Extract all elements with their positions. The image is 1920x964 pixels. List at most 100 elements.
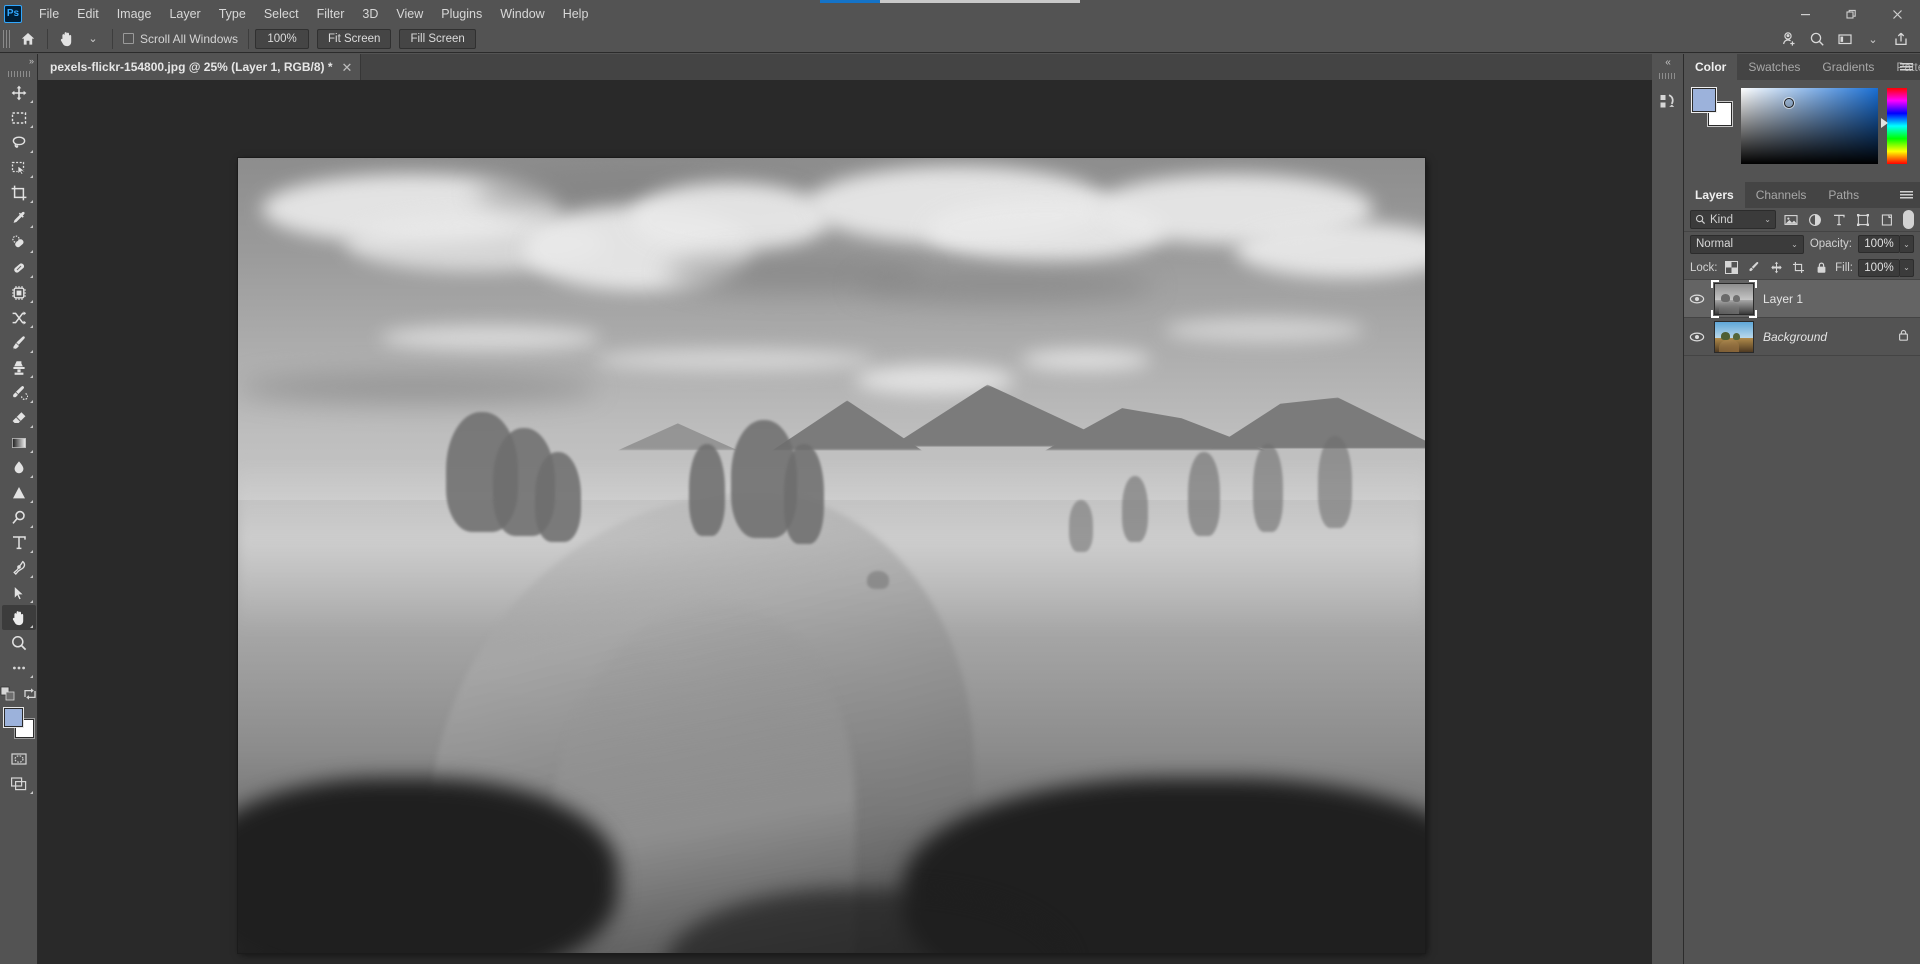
hand-tool-icon[interactable] (54, 28, 80, 50)
layer-filter-toggle[interactable] (1903, 210, 1914, 229)
lock-all-icon[interactable] (1813, 259, 1831, 277)
color-field[interactable] (1741, 88, 1878, 164)
fill-screen-button[interactable]: Fill Screen (399, 28, 476, 49)
tab-layers[interactable]: Layers (1684, 182, 1745, 208)
lock-artboard-nesting-icon[interactable] (1790, 259, 1808, 277)
layer-visibility-toggle[interactable] (1684, 318, 1710, 356)
filter-pixel-layers-icon[interactable] (1781, 210, 1800, 229)
filter-smart-object-icon[interactable] (1877, 210, 1896, 229)
menu-view[interactable]: View (387, 4, 432, 24)
hue-slider[interactable] (1887, 88, 1907, 164)
chevron-down-icon[interactable]: ⌄ (1764, 215, 1771, 224)
swap-colors-icon[interactable] (22, 686, 38, 705)
chevron-down-icon[interactable]: ⌄ (1791, 240, 1798, 249)
lock-image-pixels-icon[interactable] (1745, 259, 1763, 277)
default-colors-icon[interactable] (0, 686, 16, 705)
menu-file[interactable]: File (30, 4, 68, 24)
move-tool[interactable] (2, 80, 36, 105)
menu-layer[interactable]: Layer (160, 4, 209, 24)
layer-name[interactable]: Layer 1 (1763, 292, 1803, 306)
share-user-icon[interactable] (1776, 28, 1802, 50)
scroll-all-windows-checkbox[interactable]: Scroll All Windows (119, 32, 242, 46)
tab-gradients[interactable]: Gradients (1811, 54, 1885, 80)
share-export-icon[interactable] (1888, 28, 1914, 50)
hue-slider-handle[interactable] (1881, 118, 1888, 128)
tab-swatches[interactable]: Swatches (1737, 54, 1811, 80)
layer-row-layer-1[interactable]: Layer 1 (1684, 279, 1920, 318)
screen-mode-button[interactable] (2, 771, 36, 796)
burn-tool[interactable] (2, 505, 36, 530)
clone-stamp-tool[interactable] (2, 355, 36, 380)
menu-window[interactable]: Window (491, 4, 553, 24)
close-icon[interactable]: ✕ (342, 61, 353, 74)
chevron-down-icon[interactable]: ⌄ (1860, 28, 1886, 50)
layer-thumbnail[interactable] (1714, 282, 1754, 315)
tab-paths[interactable]: Paths (1817, 182, 1870, 208)
dodge-tool[interactable] (2, 480, 36, 505)
opacity-stepper[interactable]: ⌄ (1900, 235, 1914, 253)
content-aware-fill-tool[interactable] (2, 280, 36, 305)
menu-filter[interactable]: Filter (308, 4, 354, 24)
dock-collapse-button[interactable]: « (1652, 54, 1683, 70)
scroll-all-windows-checkbox-box[interactable] (123, 33, 134, 44)
eyedropper-tool[interactable] (2, 205, 36, 230)
color-panel-menu-icon[interactable] (1897, 54, 1915, 80)
path-selection-tool[interactable] (2, 580, 36, 605)
menu-help[interactable]: Help (554, 4, 598, 24)
tab-channels[interactable]: Channels (1745, 182, 1818, 208)
blend-mode-select[interactable]: Normal ⌄ (1690, 234, 1804, 254)
search-icon[interactable] (1804, 28, 1830, 50)
restore-button[interactable] (1828, 3, 1874, 25)
document-canvas-area[interactable] (38, 80, 1652, 964)
fit-screen-button[interactable]: Fit Screen (317, 28, 392, 49)
lasso-tool[interactable] (2, 130, 36, 155)
color-picker-handle[interactable] (1784, 98, 1794, 108)
filter-shape-layers-icon[interactable] (1853, 210, 1872, 229)
foreground-color-swatch[interactable] (1692, 88, 1716, 112)
document-tab[interactable]: pexels-flickr-154800.jpg @ 25% (Layer 1,… (38, 54, 362, 80)
menu-type[interactable]: Type (210, 4, 255, 24)
hue-slider-wrap[interactable] (1881, 88, 1907, 164)
pen-tool[interactable] (2, 555, 36, 580)
minimize-button[interactable] (1782, 3, 1828, 25)
tools-gripper[interactable] (0, 68, 37, 80)
color-swatches[interactable] (1692, 88, 1732, 126)
filter-adjustment-layers-icon[interactable] (1805, 210, 1824, 229)
fill-value[interactable]: 100% (1858, 258, 1900, 277)
lock-transparent-pixels-icon[interactable] (1723, 259, 1741, 277)
edit-toolbar-tool[interactable] (2, 655, 36, 680)
home-icon[interactable] (15, 28, 41, 50)
dock-gripper[interactable] (1652, 70, 1683, 82)
patch-tool[interactable] (2, 255, 36, 280)
menu-plugins[interactable]: Plugins (432, 4, 491, 24)
tab-color[interactable]: Color (1684, 54, 1738, 80)
lock-position-icon[interactable] (1768, 259, 1786, 277)
menu-edit[interactable]: Edit (68, 4, 108, 24)
zoom-100-button[interactable]: 100% (255, 28, 310, 49)
close-button[interactable] (1874, 3, 1920, 25)
layer-name[interactable]: Background (1763, 330, 1827, 344)
layer-row-background[interactable]: Background (1684, 318, 1920, 356)
tool-preset-chevron-down-icon[interactable]: ⌄ (80, 28, 106, 50)
object-selection-tool[interactable] (2, 155, 36, 180)
artboard[interactable] (238, 158, 1425, 953)
tools-collapse-button[interactable]: » (0, 54, 37, 68)
layer-thumbnail[interactable] (1714, 320, 1754, 353)
layers-panel-menu-icon[interactable] (1897, 182, 1915, 208)
menu-image[interactable]: Image (108, 4, 161, 24)
gradient-tool[interactable] (2, 430, 36, 455)
foreground-color-swatch[interactable] (3, 708, 23, 727)
fill-stepper[interactable]: ⌄ (1900, 258, 1914, 277)
zoom-tool[interactable] (2, 630, 36, 655)
hand-tool[interactable] (1, 605, 36, 630)
history-brush-tool[interactable] (2, 380, 36, 405)
rectangular-marquee-tool[interactable] (2, 105, 36, 130)
workspace-icon[interactable] (1832, 28, 1858, 50)
quick-mask-mode-button[interactable] (2, 746, 36, 771)
options-bar-gripper[interactable] (3, 29, 11, 48)
type-tool[interactable] (2, 530, 36, 555)
eraser-tool[interactable] (2, 405, 36, 430)
menu-3d[interactable]: 3D (353, 4, 387, 24)
layer-filter-kind-select[interactable]: Kind ⌄ (1690, 210, 1776, 229)
brush-tool[interactable] (2, 330, 36, 355)
